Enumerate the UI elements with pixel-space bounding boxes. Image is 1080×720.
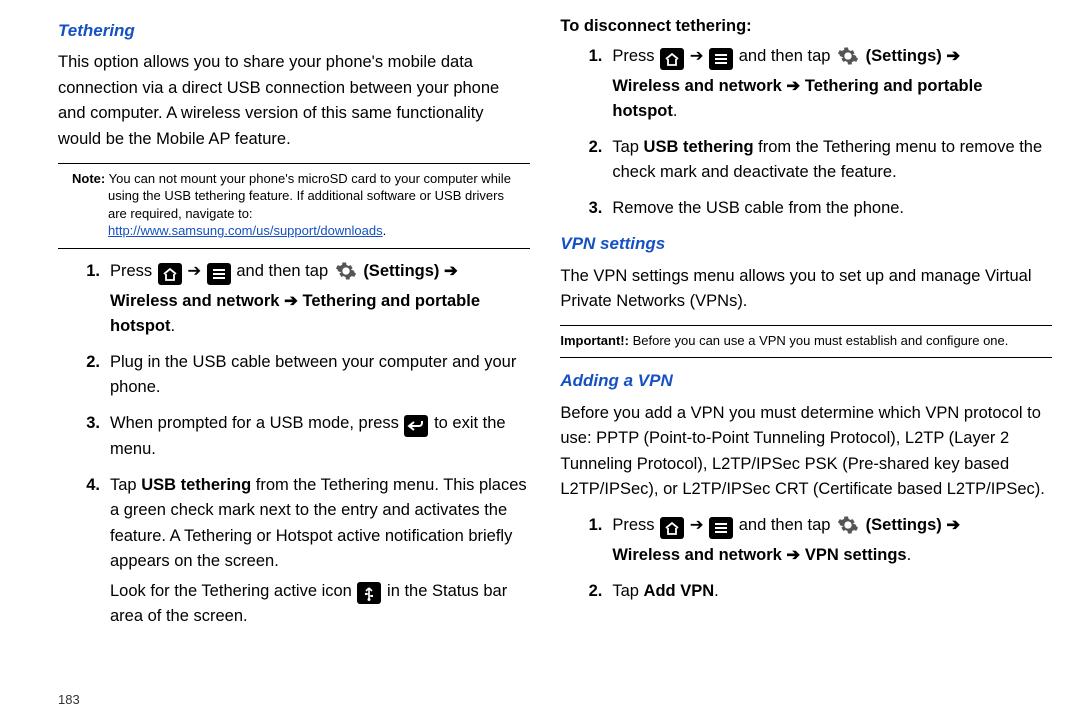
step-num: 1.	[580, 44, 602, 70]
home-icon	[660, 48, 684, 70]
add-vpn-steps: 1. Press ➔ and then tap (Settings)	[580, 513, 1052, 604]
left-column: Tethering This option allows you to shar…	[58, 12, 530, 640]
step-num: 3.	[78, 411, 100, 437]
step-1: Press ➔ and then tap (Settings) ➔	[110, 259, 530, 340]
step-num: 1.	[78, 259, 100, 285]
note-box-vpn: Important!: Before you can use a VPN you…	[560, 325, 1052, 359]
note-text: You can not mount your phone's microSD c…	[108, 171, 511, 221]
disconnect-steps: 1. Press ➔ and then tap (Settings)	[580, 44, 1052, 222]
gear-icon	[334, 259, 358, 283]
menu-icon	[709, 48, 733, 70]
back-icon	[404, 415, 428, 437]
d-step-3: Remove the USB cable from the phone.	[612, 196, 1052, 222]
step-2: Plug in the USB cable between your compu…	[110, 350, 530, 401]
step-num: 4.	[78, 473, 100, 499]
tethering-steps: 1. Press ➔ and then tap (Settings)	[78, 259, 530, 630]
d-step-2: Tap USB tethering from the Tethering men…	[612, 135, 1052, 186]
step-num: 2.	[78, 350, 100, 376]
vpn-intro: The VPN settings menu allows you to set …	[560, 264, 1052, 315]
gear-icon	[836, 44, 860, 68]
heading-tethering: Tethering	[58, 18, 530, 44]
add-vpn-intro: Before you add a VPN you must determine …	[560, 401, 1052, 503]
home-icon	[158, 263, 182, 285]
step-num: 3.	[580, 196, 602, 222]
menu-icon	[207, 263, 231, 285]
right-column: To disconnect tethering: 1. Press ➔ and …	[560, 12, 1052, 640]
step-3: When prompted for a USB mode, press to e…	[110, 411, 530, 463]
note-box-tethering: Note: You can not mount your phone's mic…	[58, 163, 530, 249]
usb-icon	[357, 582, 381, 604]
step-num: 2.	[580, 135, 602, 161]
av-step-1: Press ➔ and then tap (Settings) ➔	[612, 513, 1052, 569]
step-4: Tap USB tethering from the Tethering men…	[110, 473, 530, 630]
tethering-intro: This option allows you to share your pho…	[58, 50, 530, 152]
d-step-1: Press ➔ and then tap (Settings) ➔	[612, 44, 1052, 125]
av-step-2: Tap Add VPN.	[612, 579, 1052, 605]
heading-vpn: VPN settings	[560, 231, 1052, 257]
heading-add-vpn: Adding a VPN	[560, 368, 1052, 394]
page-body: Tethering This option allows you to shar…	[0, 0, 1080, 640]
page-number: 183	[58, 690, 80, 710]
gear-icon	[836, 513, 860, 537]
note-label: Note:	[72, 171, 105, 186]
step-num: 1.	[580, 513, 602, 539]
note-link[interactable]: http://www.samsung.com/us/support/downlo…	[108, 223, 383, 238]
step-num: 2.	[580, 579, 602, 605]
note-period: .	[383, 223, 387, 238]
menu-icon	[709, 517, 733, 539]
heading-disconnect: To disconnect tethering:	[560, 14, 1052, 40]
home-icon	[660, 517, 684, 539]
